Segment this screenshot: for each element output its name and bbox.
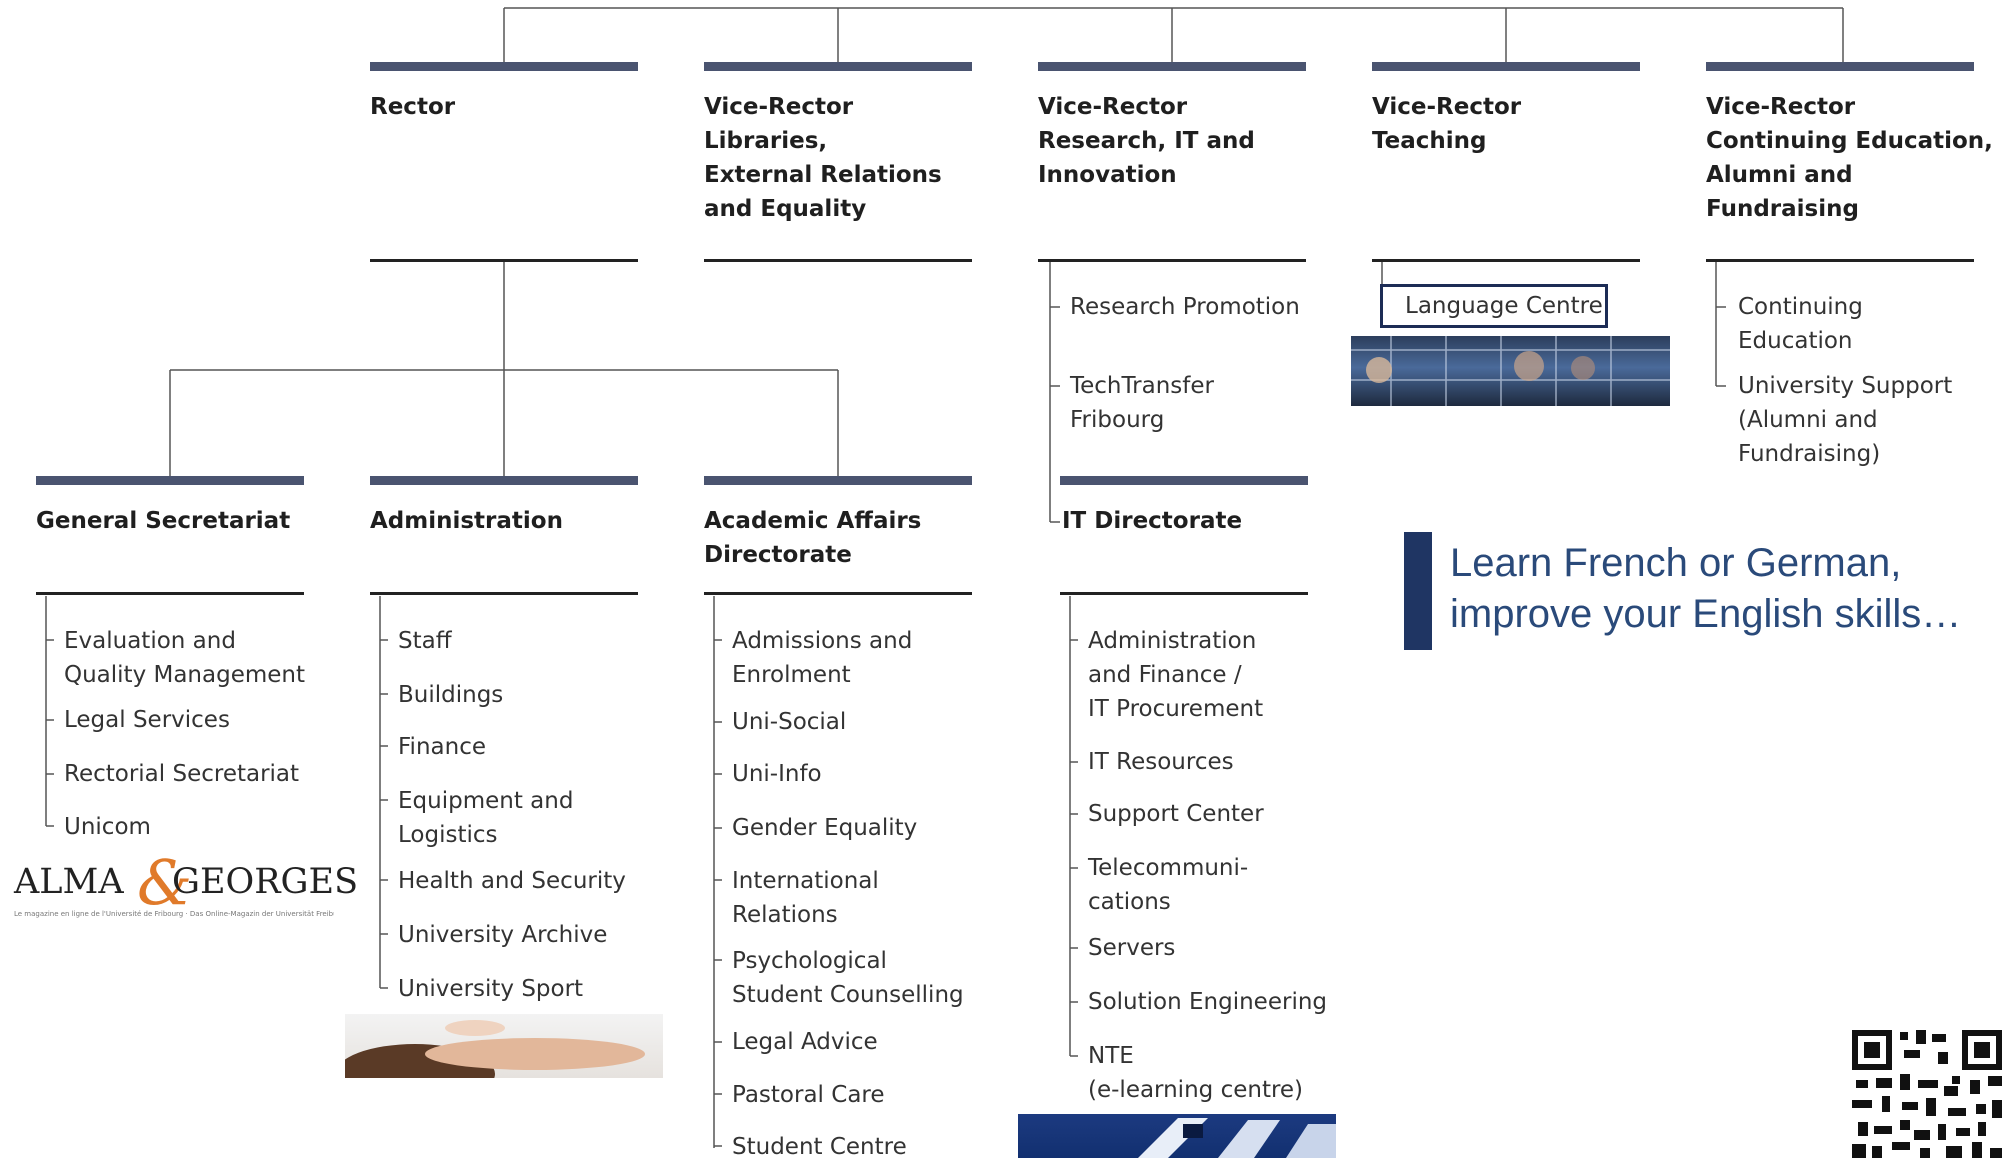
gen-sec-bar <box>36 476 304 485</box>
academic-rule <box>704 592 972 595</box>
vr-libraries-title: Vice-Rector Libraries, External Relation… <box>704 94 942 222</box>
rector-rule <box>370 259 638 262</box>
academic-title: Academic Affairs Directorate <box>704 508 922 568</box>
vr-teaching-rule <box>1372 259 1640 262</box>
adm-item-staff[interactable]: Staff <box>398 624 452 658</box>
language-tagline: Learn French or German, improve your Eng… <box>1450 541 1962 636</box>
techtransfer[interactable]: TechTransfer Fribourg <box>1070 369 1214 437</box>
adm-item-sport[interactable]: University Sport <box>398 972 583 1006</box>
administration-title: Administration <box>370 508 563 534</box>
it-item-telecom[interactable]: Telecommuni- cations <box>1088 851 1248 919</box>
administration-bar <box>370 476 638 485</box>
vr-libraries-rule <box>704 259 972 262</box>
university-sport-photo <box>345 1014 663 1078</box>
it-item-nte[interactable]: NTE (e-learning centre) <box>1088 1039 1303 1107</box>
adm-item-buildings[interactable]: Buildings <box>398 678 503 712</box>
adm-item-finance[interactable]: Finance <box>398 730 486 764</box>
gs-item-legal[interactable]: Legal Services <box>64 703 230 737</box>
qr-code[interactable] <box>1852 1030 2003 1158</box>
aa-item-legal-advice[interactable]: Legal Advice <box>732 1025 878 1059</box>
adm-item-equipment[interactable]: Equipment and Logistics <box>398 784 573 852</box>
rector-bar <box>370 62 638 71</box>
it-title: IT Directorate <box>1062 508 1243 534</box>
it-bar <box>1060 476 1308 485</box>
gen-sec-title: General Secretariat <box>36 508 291 534</box>
aa-item-student-centre[interactable]: Student Centre <box>732 1130 907 1164</box>
language-centre-photo <box>1351 336 1670 406</box>
it-item-support[interactable]: Support Center <box>1088 797 1264 831</box>
vr-teaching-bar <box>1372 62 1640 71</box>
it-item-resources[interactable]: IT Resources <box>1088 745 1234 779</box>
it-rule <box>1060 592 1308 595</box>
aa-item-admissions[interactable]: Admissions and Enrolment <box>732 624 912 692</box>
language-centre-box[interactable]: Language Centre <box>1380 284 1608 328</box>
aa-item-unisocial[interactable]: Uni-Social <box>732 705 846 739</box>
aa-item-psych[interactable]: Psychological Student Counselling <box>732 944 964 1012</box>
it-item-admin-finance[interactable]: Administration and Finance / IT Procurem… <box>1088 624 1263 726</box>
aa-item-pastoral[interactable]: Pastoral Care <box>732 1078 885 1112</box>
academic-bar <box>704 476 972 485</box>
tagline-accent-bar <box>1404 532 1432 650</box>
adm-item-health[interactable]: Health and Security <box>398 864 626 898</box>
vr-continuing-rule <box>1706 259 1974 262</box>
research-promotion[interactable]: Research Promotion <box>1070 290 1300 324</box>
rector-title: Rector <box>370 94 456 120</box>
vr-research-rule <box>1038 259 1306 262</box>
gen-sec-rule <box>36 592 304 595</box>
gs-item-evaluation[interactable]: Evaluation and Quality Management <box>64 624 305 692</box>
administration-rule <box>370 592 638 595</box>
adm-item-archive[interactable]: University Archive <box>398 918 607 952</box>
gs-item-rectorial[interactable]: Rectorial Secretariat <box>64 757 299 791</box>
vr-research-title: Vice-Rector Research, IT and Innovation <box>1038 94 1255 188</box>
vr-continuing-title: Vice-Rector Continuing Education, Alumni… <box>1706 94 1993 222</box>
alma-georges-logo[interactable]: ALMA & GEORGES Le magazine en ligne de l… <box>12 846 358 928</box>
vr-continuing-bar <box>1706 62 1974 71</box>
vr-libraries-bar <box>704 62 972 71</box>
continuing-education[interactable]: Continuing Education <box>1738 290 1863 358</box>
vr-teaching-title: Vice-Rector Teaching <box>1372 94 1522 154</box>
gs-item-unicom[interactable]: Unicom <box>64 810 151 844</box>
vr-research-bar <box>1038 62 1306 71</box>
aa-item-uniinfo[interactable]: Uni-Info <box>732 757 822 791</box>
it-photo <box>1018 1114 1336 1158</box>
aa-item-gender[interactable]: Gender Equality <box>732 811 917 845</box>
university-support[interactable]: University Support (Alumni and Fundraisi… <box>1738 369 1952 471</box>
aa-item-international[interactable]: International Relations <box>732 864 879 932</box>
it-item-servers[interactable]: Servers <box>1088 931 1175 965</box>
it-item-solution[interactable]: Solution Engineering <box>1088 985 1327 1019</box>
